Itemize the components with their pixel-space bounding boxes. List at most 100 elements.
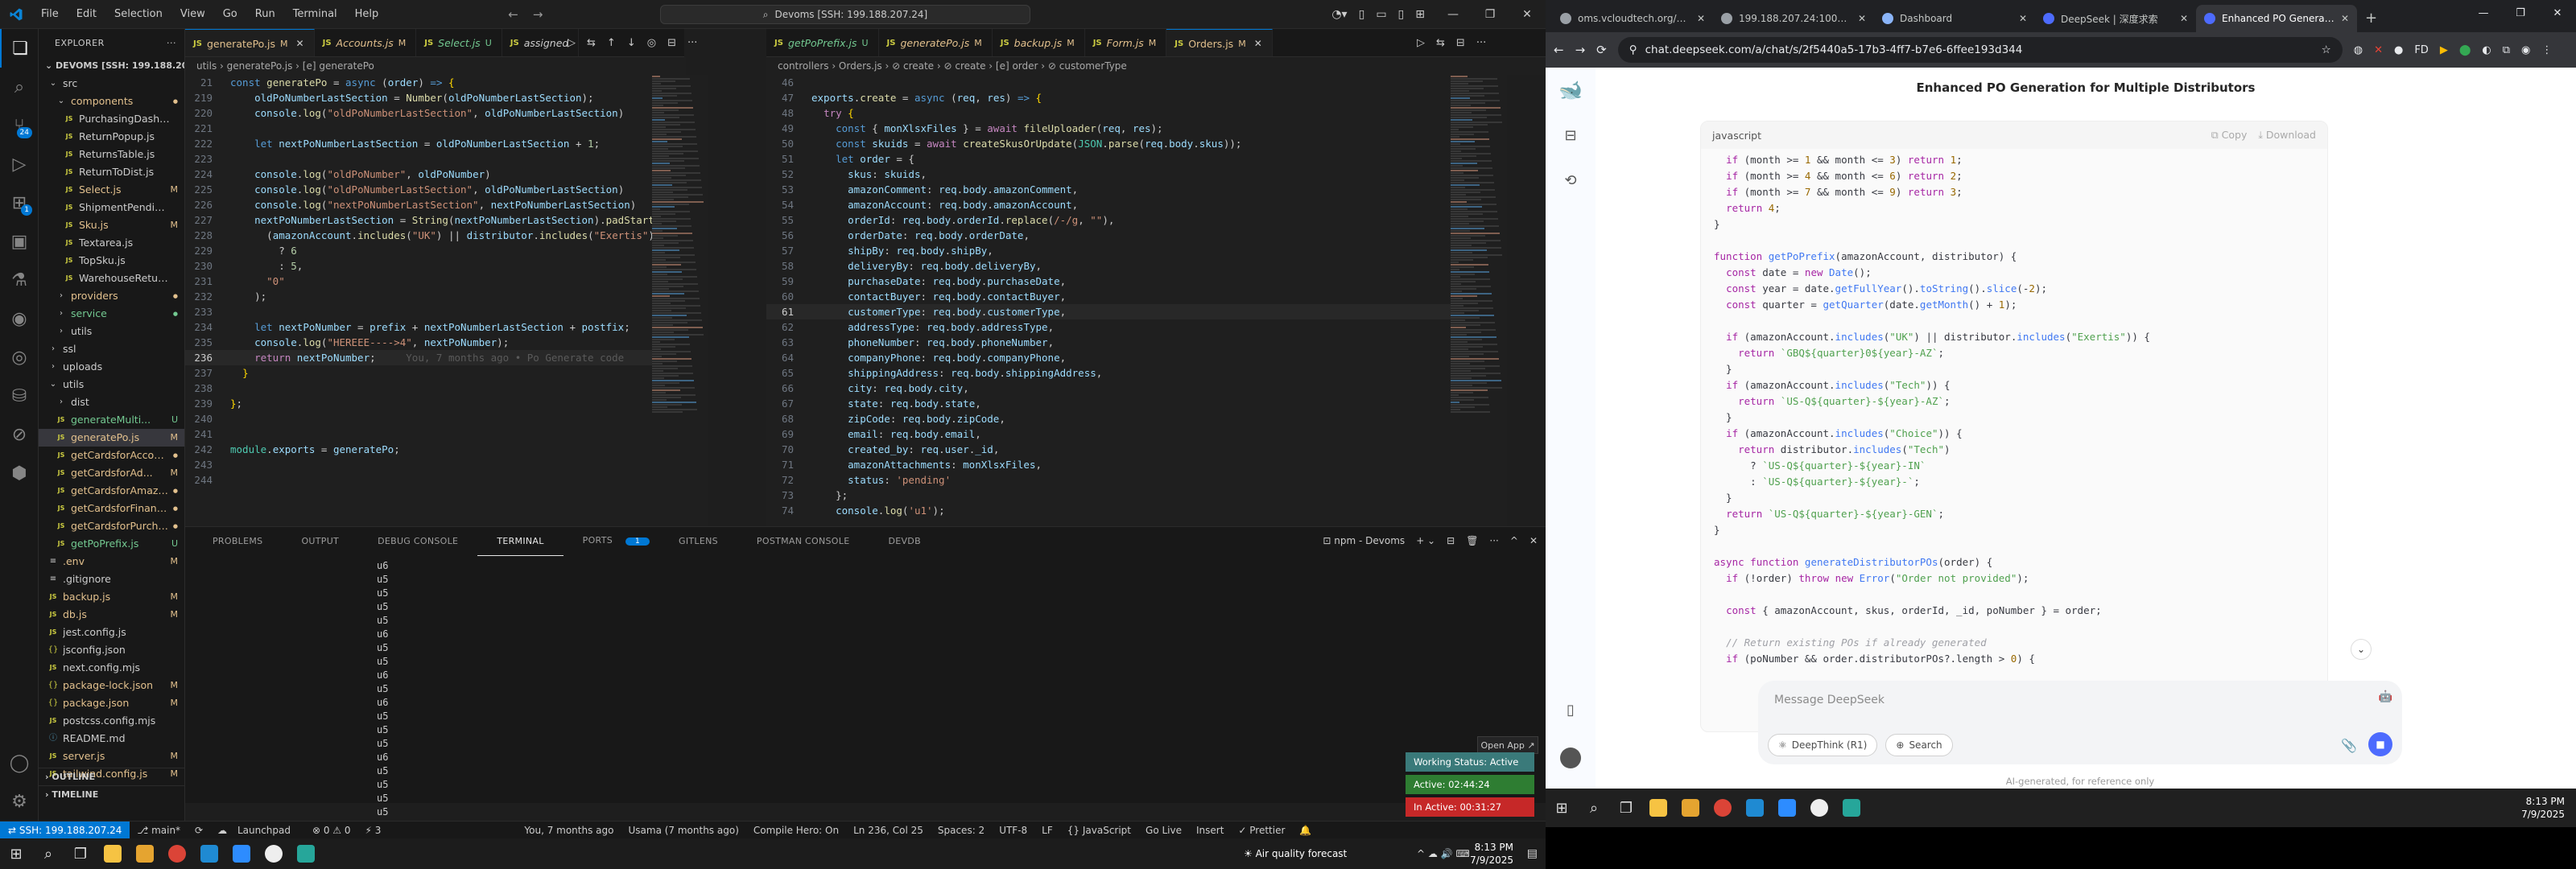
new-chat-icon[interactable]: ⟲ bbox=[1546, 158, 1596, 203]
extension-icon[interactable]: ▶ bbox=[2440, 44, 2448, 56]
left-breadcrumb[interactable]: utils › generatePo.js › [e] generatePo bbox=[185, 57, 686, 75]
gitlens-inspect-icon[interactable]: ◎ bbox=[647, 37, 656, 49]
code-line[interactable]: 232 ); bbox=[185, 289, 652, 304]
code-line[interactable]: 242 module.exports = generatePo; bbox=[185, 442, 652, 457]
work-status-item[interactable]: In Active: 00:31:27 bbox=[1406, 797, 1534, 817]
code-line[interactable]: 53 amazonComment: req.body.amazonComment… bbox=[766, 182, 1451, 197]
panel-tab-terminal[interactable]: TERMINAL bbox=[477, 527, 564, 556]
code-line[interactable]: 52 skus: skuids, bbox=[766, 167, 1451, 182]
code-line[interactable]: 234 let nextPoNumber = prefix + nextPoNu… bbox=[185, 319, 652, 335]
tree-item[interactable]: JS getCardsforAmazon.js● bbox=[39, 482, 184, 500]
code-line[interactable]: 228 (amazonAccount.includes("UK") || dis… bbox=[185, 228, 652, 243]
open-sidebar-icon[interactable]: ⊟ bbox=[1546, 113, 1596, 158]
code-line[interactable]: 236 return nextPoNumber; You, 7 months a… bbox=[185, 350, 652, 365]
code-line[interactable]: 230 : 5, bbox=[185, 258, 652, 274]
code-line[interactable]: 65 shippingAddress: req.body.shippingAdd… bbox=[766, 365, 1451, 381]
chrome-icon[interactable] bbox=[161, 838, 193, 869]
code-line[interactable]: 56 orderDate: req.body.orderDate, bbox=[766, 228, 1451, 243]
vscode-insiders-icon[interactable] bbox=[1835, 792, 1868, 824]
task-view-icon[interactable]: ❐ bbox=[1610, 792, 1642, 824]
code-line[interactable]: 61 customerType: req.body.customerType, bbox=[766, 304, 1451, 319]
tree-item[interactable]: JS ShipmentPending... bbox=[39, 199, 184, 216]
tree-item[interactable]: ≡ .env M bbox=[39, 553, 184, 570]
code-line[interactable]: 66 city: req.body.city, bbox=[766, 381, 1451, 396]
open-app-button[interactable]: Open App ↗ bbox=[1477, 736, 1538, 754]
menu-item-terminal[interactable]: Terminal bbox=[284, 0, 346, 29]
clock[interactable]: 8:13 PM 7/9/2025 bbox=[2521, 795, 2565, 821]
zoom-icon[interactable] bbox=[225, 838, 258, 869]
remote-explorer-icon[interactable]: ▣ bbox=[0, 222, 39, 261]
code-line[interactable]: 226 console.log("nextPoNumberLastSection… bbox=[185, 197, 652, 212]
editor-tab[interactable]: JS generatePo.js M ✕ bbox=[185, 29, 315, 57]
minimize-icon[interactable]: — bbox=[2465, 0, 2502, 27]
split-editor-icon[interactable]: ⊟ bbox=[667, 37, 676, 49]
tree-item[interactable]: JS PurchasingDashbo... bbox=[39, 110, 184, 128]
chrome-menu-icon[interactable]: ⋮ bbox=[2541, 44, 2552, 56]
tree-item[interactable]: JS postcss.config.mjs bbox=[39, 712, 184, 730]
close-tab-icon[interactable]: ✕ bbox=[1697, 13, 1705, 24]
code-line[interactable]: 63 phoneNumber: req.body.phoneNumber, bbox=[766, 335, 1451, 350]
vscode-icon[interactable] bbox=[1739, 792, 1771, 824]
editor-tab[interactable]: JS backup.js M bbox=[993, 29, 1085, 56]
code-line[interactable]: 55 orderId: req.body.orderId.replace(/-/… bbox=[766, 212, 1451, 228]
panel-tab-devdb[interactable]: DEVDB bbox=[869, 527, 939, 555]
menu-item-go[interactable]: Go bbox=[214, 0, 246, 29]
zoom-icon[interactable] bbox=[1771, 792, 1803, 824]
copy-button[interactable]: ⧉ Copy bbox=[2211, 129, 2248, 142]
tree-item[interactable]: › ssl bbox=[39, 340, 184, 358]
timeline-icon[interactable]: ⊘ bbox=[0, 415, 39, 454]
windows-start-icon[interactable]: ⊞ bbox=[0, 838, 32, 869]
github-desktop-icon[interactable] bbox=[1803, 792, 1835, 824]
file-explorer-icon[interactable] bbox=[1642, 792, 1674, 824]
tree-item[interactable]: › utils bbox=[39, 323, 184, 340]
workspace-root[interactable]: ⌄ DEVOMS [SSH: 199.188.20... bbox=[39, 57, 184, 75]
manage-gear-icon[interactable]: ⚙ bbox=[0, 782, 39, 821]
extension-icon[interactable]: FD bbox=[2414, 44, 2429, 56]
terminal-output[interactable]: u6 u5 u5 u5 u5 u6 u5 u5 u6 u5 u6 u5 u5 u5 u6 u5 u5 u5 u5 bbox=[193, 559, 388, 819]
browser-tab[interactable]: Dashboard ✕ bbox=[1874, 5, 2035, 32]
split-terminal-icon[interactable]: ⊟ bbox=[1447, 527, 1455, 555]
browser-tab[interactable]: Enhanced PO Generatio ✕ bbox=[2196, 5, 2357, 32]
close-icon[interactable]: ✕ bbox=[1509, 0, 1546, 29]
tree-item[interactable]: JS getCardsforPurchasi...● bbox=[39, 517, 184, 535]
toggle-secondary-sidebar-icon[interactable]: ▯ bbox=[1398, 0, 1405, 29]
command-center[interactable]: ⌕ Devoms [SSH: 199.188.207.24] bbox=[660, 5, 1030, 24]
editor-tab[interactable]: JS Form.js M bbox=[1085, 29, 1167, 56]
notification-center-icon[interactable]: ▤ bbox=[1527, 847, 1538, 860]
new-terminal-icon[interactable]: + ⌄ bbox=[1416, 527, 1435, 555]
git-blame[interactable]: You, 7 months ago bbox=[517, 825, 621, 836]
tree-item[interactable]: JS generatePo.js M bbox=[39, 429, 184, 447]
reload-icon[interactable]: ⟳ bbox=[1596, 43, 1607, 57]
docker-icon[interactable]: ⬢ bbox=[0, 454, 39, 492]
tree-item[interactable]: JS server.js M bbox=[39, 748, 184, 765]
timeline-section[interactable]: › TIMELINE bbox=[39, 785, 184, 803]
restore-icon[interactable]: ❐ bbox=[2502, 0, 2539, 27]
code-line[interactable]: 224 console.log("oldPoNumber", oldPoNumb… bbox=[185, 167, 652, 182]
close-tab-icon[interactable]: ✕ bbox=[2180, 13, 2188, 24]
kill-terminal-icon[interactable]: 🗑 bbox=[1466, 527, 1478, 555]
problems-count[interactable]: ⊗ 0 ⚠ 0 bbox=[305, 825, 358, 836]
close-tab-icon[interactable]: ✕ bbox=[296, 30, 304, 57]
close-tab-icon[interactable]: ✕ bbox=[2019, 13, 2027, 24]
code-line[interactable]: 69 email: req.body.email, bbox=[766, 426, 1451, 442]
compare-icon[interactable]: ⇆ bbox=[587, 37, 596, 49]
code-line[interactable]: 49 const { monXlsxFiles } = await fileUp… bbox=[766, 121, 1451, 136]
code-line[interactable]: 221 bbox=[185, 121, 652, 136]
git-branch[interactable]: ⎇ main* bbox=[130, 825, 188, 836]
code-line[interactable]: 68 zipCode: req.body.zipCode, bbox=[766, 411, 1451, 426]
code-line[interactable]: 74 console.log('u1'); bbox=[766, 503, 1451, 518]
tree-item[interactable]: ⌄ utils bbox=[39, 376, 184, 393]
tree-item[interactable]: JS db.js M bbox=[39, 606, 184, 624]
toggle-panel-icon[interactable]: ▭ bbox=[1376, 0, 1386, 29]
tree-item[interactable]: › service ● bbox=[39, 305, 184, 323]
testing-icon[interactable]: ⚗ bbox=[0, 261, 39, 299]
profile-avatar[interactable]: ◉ bbox=[2521, 44, 2530, 56]
search-icon[interactable]: ⌕ bbox=[1578, 792, 1610, 824]
code-line[interactable]: 237 } bbox=[185, 365, 652, 381]
tree-item[interactable]: JS next.config.mjs bbox=[39, 659, 184, 677]
extension-icon[interactable]: ● bbox=[2394, 44, 2403, 56]
left-code-editor[interactable]: 21 const generatePo = async (order) => {2… bbox=[185, 75, 652, 526]
tree-item[interactable]: ⓘ README.md bbox=[39, 730, 184, 748]
browser-tab[interactable]: 199.188.207.24:10000/d ✕ bbox=[1713, 5, 1874, 32]
weather-widget[interactable]: ☀ Air quality forecast bbox=[1244, 848, 1347, 859]
